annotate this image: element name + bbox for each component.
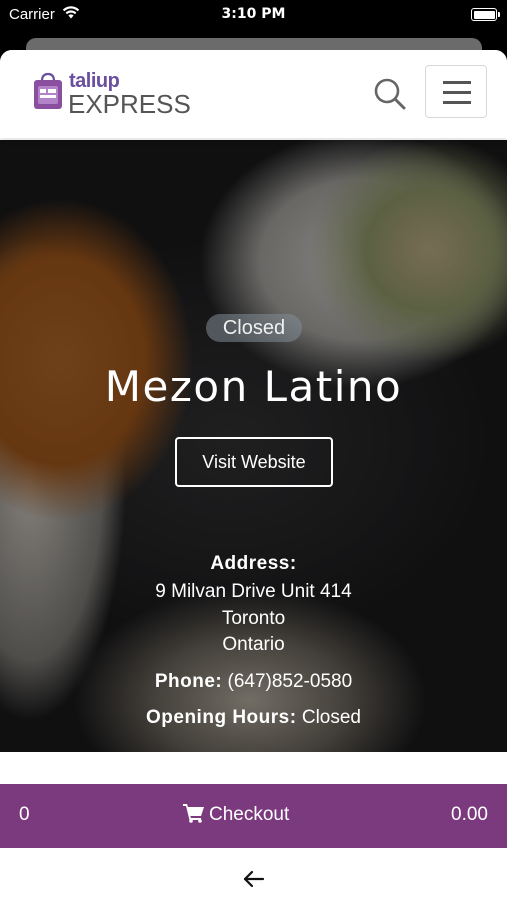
shopping-bag-logo-icon bbox=[34, 72, 62, 109]
phone-value[interactable]: (647)852-0580 bbox=[228, 671, 353, 692]
cart-total: 0.00 bbox=[451, 804, 488, 825]
restaurant-name: Mezon Latino bbox=[104, 362, 403, 411]
checkout-bar[interactable]: 0 Checkout 0.00 bbox=[0, 784, 507, 848]
search-icon bbox=[374, 78, 406, 110]
address-label: Address: bbox=[210, 553, 297, 574]
app-sheet: taliup EXPRESS Closed Mezon Latino Visit… bbox=[0, 50, 507, 900]
address-line-city: Toronto bbox=[221, 608, 286, 629]
address-line-province: Ontario bbox=[222, 634, 285, 655]
hamburger-menu-button[interactable] bbox=[425, 65, 487, 118]
back-arrow-button[interactable] bbox=[240, 865, 268, 893]
phone-label: Phone: bbox=[154, 671, 223, 692]
status-badge: Closed bbox=[206, 314, 302, 342]
opening-hours: Opening Hours: Closed bbox=[0, 707, 507, 729]
hamburger-menu-icon-bar bbox=[443, 91, 471, 94]
restaurant-hero: Closed Mezon Latino Visit Website Addres… bbox=[0, 140, 507, 752]
taliup-logo[interactable]: taliup EXPRESS bbox=[33, 70, 191, 119]
clock-time: 3:10 PM bbox=[221, 6, 286, 22]
cart-count: 0 bbox=[19, 804, 30, 825]
hamburger-menu-icon-bar bbox=[443, 101, 471, 104]
visit-website-button[interactable]: Visit Website bbox=[175, 437, 333, 487]
logo-word-express: EXPRESS bbox=[68, 89, 191, 119]
cart-icon bbox=[183, 804, 204, 823]
checkout-button[interactable]: Checkout bbox=[183, 803, 289, 826]
checkout-label: Checkout bbox=[209, 804, 290, 825]
opening-hours-value: Closed bbox=[301, 707, 361, 728]
hamburger-menu-icon-bar bbox=[443, 81, 471, 84]
status-bar: Carrier 3:10 PM bbox=[0, 0, 507, 30]
back-arrow-icon bbox=[243, 870, 265, 888]
opening-hours-label: Opening Hours: bbox=[146, 707, 297, 728]
search-button[interactable] bbox=[372, 76, 408, 112]
phone-info: Phone: (647)852-0580 bbox=[0, 671, 507, 693]
battery-icon bbox=[471, 8, 500, 21]
app-header: taliup EXPRESS bbox=[0, 50, 507, 138]
address-line-street: 9 Milvan Drive Unit 414 bbox=[155, 581, 352, 602]
